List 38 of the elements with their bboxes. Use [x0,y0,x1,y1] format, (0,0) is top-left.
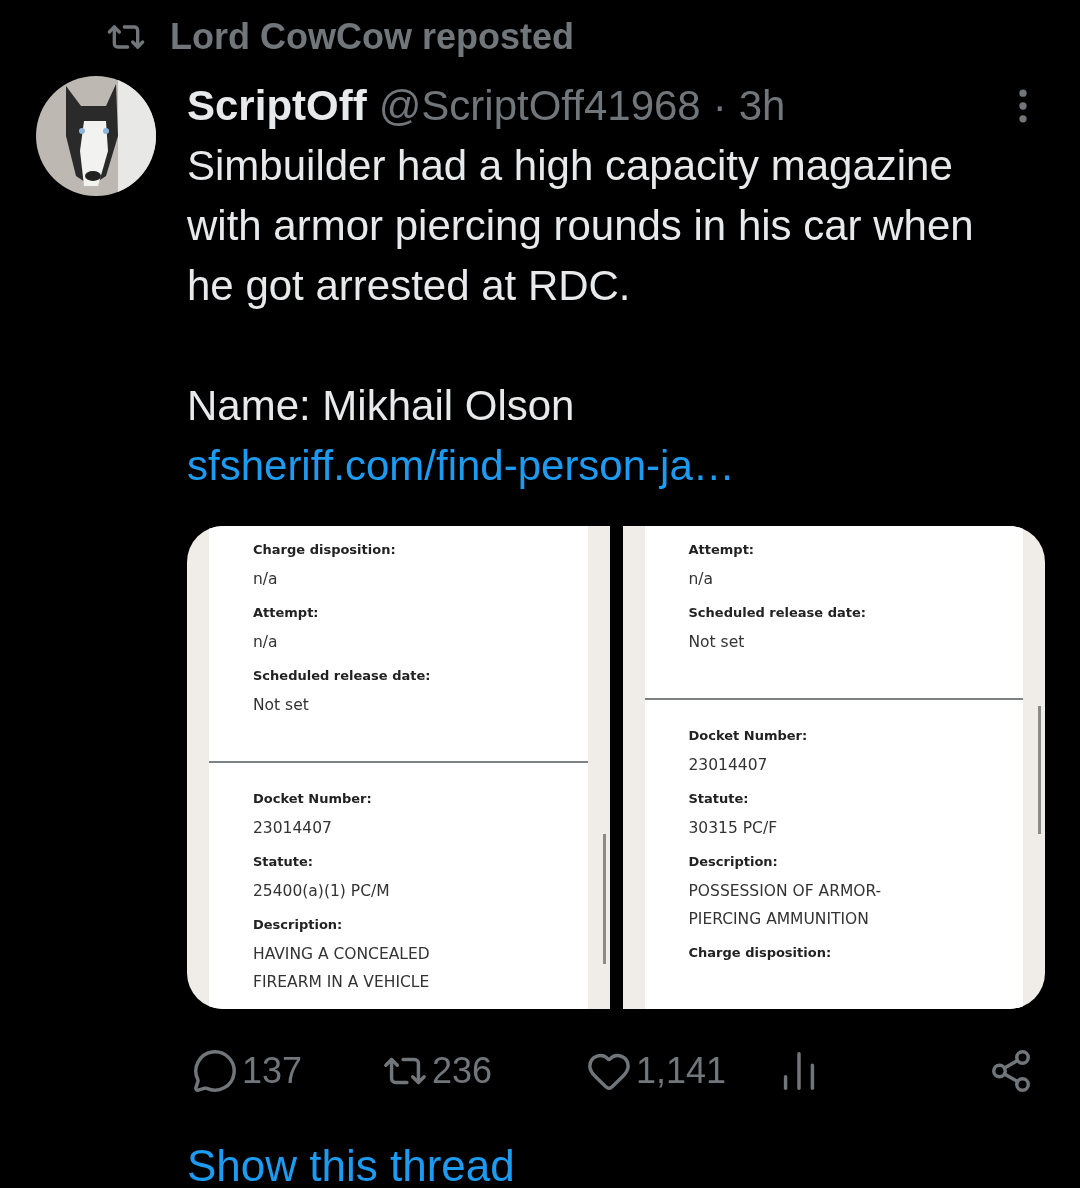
field-value: 30315 PC/F [688,818,779,839]
field-label: Scheduled release date: [253,668,432,683]
post-link[interactable]: sfsheriff.com/find-person-ja… [187,436,735,496]
post-text: Name: Mikhail Olson [187,381,576,431]
like-action[interactable]: 1,141 [586,1048,776,1094]
field-label: Docket Number: [688,728,809,743]
field-value: 23014407 [253,818,333,839]
field-label: Description: [253,917,344,932]
field-label: Statute: [253,854,315,869]
field-label: Docket Number: [253,791,373,806]
show-thread-link[interactable]: Show this thread [187,1141,515,1188]
field-value: HAVING A CONCEALED FIREARM IN A VEHICLE [253,944,431,993]
speech-bubble-icon [192,1048,238,1094]
field-label: Description: [688,854,779,869]
attached-screenshot[interactable]: Charge disposition: n/a Attempt: n/a Scheduled release date: Not set Docket Number: 23014407 Statute: 25400(a)(1) PC/M Description: HAVING A CONCEALED FIREARM IN A VEHICLE [187,526,610,1009]
author-handle[interactable]: @ScriptOff41968 [378,82,701,130]
reply-action[interactable]: 137 [192,1048,382,1094]
repost-label: Lord CowCow reposted [170,16,574,58]
author-name[interactable]: ScriptOff [187,82,367,130]
field-value: n/a [253,632,279,653]
field-value: Not set [688,632,746,653]
repost-action[interactable]: 236 [382,1048,586,1094]
field-value: Not set [253,695,310,716]
field-label: Charge disposition: [688,945,833,960]
field-label: Attempt: [688,542,756,557]
field-value: n/a [688,569,715,590]
field-value: 23014407 [688,755,769,776]
attached-screenshot[interactable]: Attempt: n/a Scheduled release date: Not set Docket Number: 23014407 Statute: 30315 PC/F Description: POSSESSION OF ARMOR-PIERCING AMMUNITION Charge disposition: [622,526,1045,1009]
field-label: Statute: [688,791,750,806]
separator-dot: · [712,82,727,130]
field-value: n/a [253,569,279,590]
field-label: Charge disposition: [253,542,397,557]
field-value: 25400(a)(1) PC/M [253,881,391,902]
post-text: Simbuilder had a high capacity magazine with armor piercing rounds in his car when he got arrested at RDC. [187,141,975,311]
field-label: Scheduled release date: [688,605,867,620]
post-time[interactable]: 3h [738,82,786,130]
field-label: Attempt: [253,605,320,620]
field-value: POSSESSION OF ARMOR-PIERCING AMMUNITION [688,881,883,930]
